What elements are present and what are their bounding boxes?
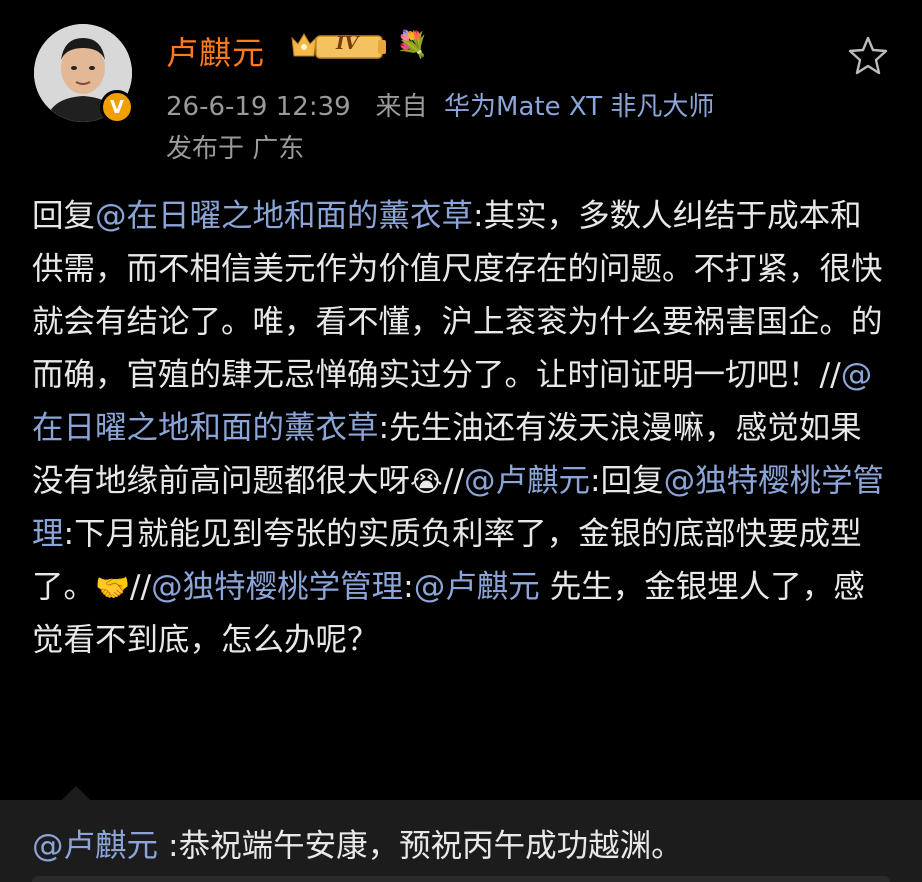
flower-icon: 💐 <box>396 30 429 60</box>
post-text: : <box>403 569 414 605</box>
timestamp: 26-6-19 12:39 <box>166 92 351 122</box>
mention-link[interactable]: @独特樱桃学管理 <box>151 569 403 605</box>
quote-mention[interactable]: @卢麒元 <box>32 828 158 864</box>
username[interactable]: 卢麒元 <box>166 28 265 74</box>
verified-badge-icon: V <box>100 90 134 124</box>
post-meta: 26-6-19 12:39 来自 华为Mate XT 非凡大师 <box>166 86 714 123</box>
post-body: 回复@在日曜之地和面的薰衣草:其实，多数人纠结于成本和供需，而不相信美元作为价值… <box>32 190 892 667</box>
location: 发布于 广东 <box>166 134 305 164</box>
post-text: // <box>129 569 152 605</box>
quote-comment: @卢麒元 :恭祝端午安康，预祝丙午成功越渊。 <box>32 820 683 866</box>
post-text: // <box>442 463 464 499</box>
mention-link[interactable]: @卢麒元 <box>414 569 540 605</box>
level-crown-badge[interactable]: IV <box>290 30 388 62</box>
level-label: IV <box>336 33 359 54</box>
mention-link[interactable]: @卢麒元 <box>464 463 590 499</box>
post-text: :回复 <box>589 463 664 499</box>
quote-text: :恭祝端午安康，预祝丙午成功越渊。 <box>158 828 683 864</box>
bottom-card-edge <box>32 876 890 882</box>
device-source[interactable]: 华为Mate XT 非凡大师 <box>444 92 714 122</box>
post-text: 回复 <box>32 198 96 234</box>
emoji-icon: 🤝 <box>95 571 130 604</box>
emoji-icon: 😭 <box>410 465 443 498</box>
favorite-star-icon[interactable] <box>846 34 890 78</box>
mention-link[interactable]: @在日曜之地和面的薰衣草 <box>95 198 473 234</box>
from-label: 来自 <box>375 92 428 122</box>
